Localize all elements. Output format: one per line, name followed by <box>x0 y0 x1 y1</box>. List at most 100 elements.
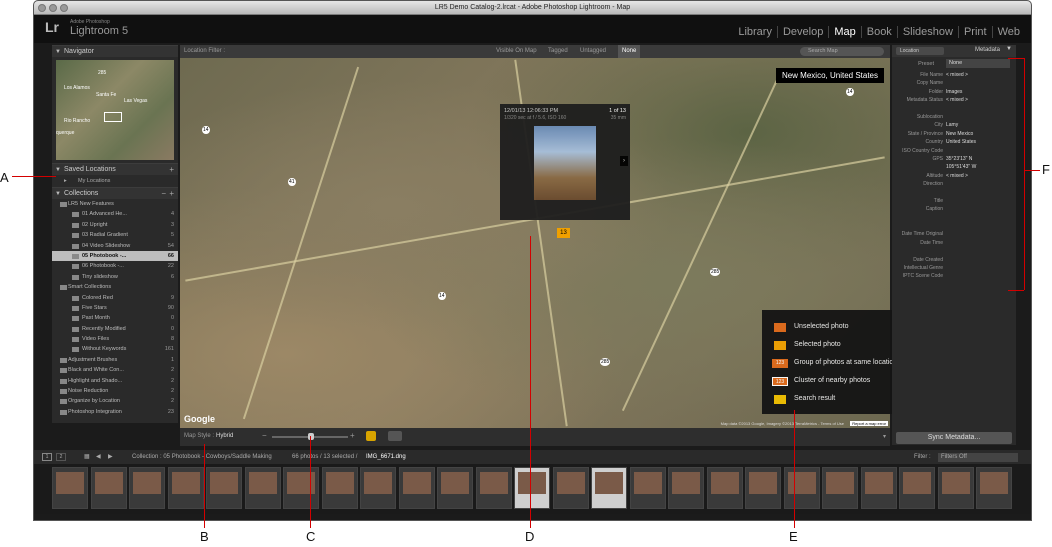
metadata-value[interactable]: United States <box>946 138 976 146</box>
map-style-select[interactable]: Hybrid <box>216 433 233 439</box>
collection-row[interactable]: Colored Red 9 <box>52 293 178 303</box>
module-web[interactable]: Web <box>991 26 1025 38</box>
metadata-value[interactable]: 35°23'13" N <box>946 155 972 163</box>
zoom-in-icon[interactable]: + <box>350 431 355 440</box>
module-develop[interactable]: Develop <box>776 26 828 38</box>
zoom-slider-thumb[interactable] <box>308 433 314 440</box>
module-print[interactable]: Print <box>957 26 992 38</box>
zoom-out-icon[interactable]: − <box>262 431 267 440</box>
collection-row[interactable]: Past Month 0 <box>52 313 178 323</box>
filmstrip-thumbnail[interactable] <box>706 467 743 509</box>
collection-row[interactable]: 02 Upright 3 <box>52 220 178 230</box>
map-photo-pin[interactable]: 13 <box>557 228 570 238</box>
metadata-value[interactable]: Lamy <box>946 121 958 129</box>
filmstrip-thumbnail[interactable] <box>552 467 589 509</box>
collection-row[interactable]: LR5 New Features <box>52 199 178 209</box>
filter-tagged[interactable]: Tagged <box>548 45 568 58</box>
metadata-value[interactable]: < mixed > <box>946 71 968 79</box>
collection-row[interactable]: Tiny slideshow 6 <box>52 272 178 282</box>
filmstrip-thumbnail[interactable] <box>899 467 935 509</box>
collections-header[interactable]: ▼ Collections − + <box>52 187 178 199</box>
collection-row[interactable]: Five Stars 90 <box>52 303 178 313</box>
module-book[interactable]: Book <box>860 26 897 38</box>
metadata-value[interactable]: 105°51'43" W <box>946 163 976 171</box>
toolbar-menu-icon[interactable]: ▾ <box>883 433 886 440</box>
filmstrip-thumbnail[interactable] <box>283 467 319 509</box>
collection-row[interactable]: 05 Photobook -... 66 <box>52 250 178 262</box>
metadata-value[interactable]: < mixed > <box>946 96 968 104</box>
saved-location-item[interactable]: ▸ My Locations <box>52 175 178 187</box>
main-screen-button[interactable]: 1 <box>42 453 52 461</box>
collection-source[interactable]: Collection : 05 Photobook - Cowboys/Sadd… <box>132 450 272 464</box>
navigator-map[interactable]: 285 Los Alamos Santa Fe Las Vegas Rio Ra… <box>56 60 174 160</box>
filmstrip-thumbnail[interactable] <box>90 467 127 509</box>
module-library[interactable]: Library <box>733 26 777 38</box>
filmstrip-thumbnail[interactable] <box>783 467 820 509</box>
metadata-value[interactable]: < mixed > <box>946 172 968 180</box>
filmstrip-thumbnail[interactable] <box>668 467 704 509</box>
navigator-viewport-box[interactable] <box>104 112 122 122</box>
report-map-error-link[interactable]: Report a map error <box>850 421 888 426</box>
module-slideshow[interactable]: Slideshow <box>896 26 958 38</box>
collection-row[interactable]: Smart Collections <box>52 282 178 292</box>
filmstrip-thumbnail[interactable] <box>321 467 358 509</box>
collection-row[interactable]: Photoshop Integration 23 <box>52 407 178 417</box>
filmstrip-thumbnail[interactable] <box>822 467 858 509</box>
collection-row[interactable]: 01 Advanced He... 4 <box>52 209 178 219</box>
navigator-header[interactable]: ▼ Navigator <box>52 45 178 57</box>
filmstrip-thumbnail[interactable] <box>629 467 666 509</box>
filmstrip-thumbnail[interactable] <box>437 467 473 509</box>
tracklog-icon[interactable] <box>388 431 402 441</box>
zoom-window-button[interactable] <box>60 4 68 12</box>
metadata-value[interactable]: New Mexico <box>946 130 973 138</box>
photo-info-popup[interactable]: 12/01/13 12:06:33 PM 1 of 13 1/320 sec a… <box>500 104 630 220</box>
metadata-value[interactable]: Images <box>946 88 962 96</box>
map-credits[interactable]: Map data ©2013 Google, Imagery ©2013 Ter… <box>721 421 844 426</box>
collection-row[interactable]: Highlight and Shado... 2 <box>52 376 178 386</box>
grid-view-icon[interactable]: ▦ <box>84 450 90 464</box>
close-window-button[interactable] <box>38 4 46 12</box>
second-screen-button[interactable]: 2 <box>56 453 66 461</box>
collection-row[interactable]: Video Files 8 <box>52 334 178 344</box>
collection-row[interactable]: 04 Video Slideshow 54 <box>52 241 178 251</box>
collection-row[interactable]: Black and White Con... 2 <box>52 365 178 375</box>
filmstrip[interactable] <box>34 464 1031 514</box>
collection-row[interactable]: Organize by Location 2 <box>52 396 178 406</box>
lock-markers-icon[interactable] <box>366 431 376 441</box>
collection-row[interactable]: Adjustment Brushes 1 <box>52 355 178 365</box>
popup-photo-thumbnail[interactable] <box>534 126 596 200</box>
filter-untagged[interactable]: Untagged <box>580 45 606 58</box>
filmstrip-thumbnail[interactable] <box>937 467 974 509</box>
filmstrip-thumbnail[interactable] <box>475 467 512 509</box>
filmstrip-thumbnail[interactable] <box>745 467 781 509</box>
filmstrip-thumbnail[interactable] <box>514 467 550 509</box>
module-map[interactable]: Map <box>828 26 860 38</box>
filmstrip-thumbnail[interactable] <box>206 467 242 509</box>
collection-row[interactable]: 03 Radial Gradient 5 <box>52 230 178 240</box>
filmstrip-thumbnail[interactable] <box>398 467 435 509</box>
metadata-set-select[interactable]: Location <box>896 47 944 55</box>
filmstrip-thumbnail[interactable] <box>129 467 165 509</box>
filmstrip-thumbnail[interactable] <box>52 467 88 509</box>
filter-select[interactable]: Filters Off <box>938 453 1018 462</box>
next-photo-arrow-icon[interactable]: › <box>620 156 628 166</box>
collection-row[interactable]: Without Keywords 161 <box>52 344 178 354</box>
collection-row[interactable]: 06 Photobook -... 22 <box>52 261 178 271</box>
filmstrip-thumbnail[interactable] <box>591 467 627 509</box>
filmstrip-thumbnail[interactable] <box>244 467 281 509</box>
panel-collapse-icon[interactable]: ▼ <box>1006 46 1012 52</box>
collection-row[interactable]: Noise Reduction 2 <box>52 386 178 396</box>
filmstrip-thumbnail[interactable] <box>976 467 1012 509</box>
filmstrip-thumbnail[interactable] <box>167 467 204 509</box>
back-arrow-icon[interactable]: ◀ <box>96 450 101 464</box>
saved-locations-header[interactable]: ▼ Saved Locations + <box>52 163 178 175</box>
minimize-window-button[interactable] <box>49 4 57 12</box>
sync-metadata-button[interactable]: Sync Metadata... <box>896 432 1012 444</box>
filter-none[interactable]: None <box>618 45 641 58</box>
collection-row[interactable]: Recently Modified 0 <box>52 324 178 334</box>
filmstrip-thumbnail[interactable] <box>860 467 897 509</box>
filter-visible-on-map[interactable]: Visible On Map <box>496 45 537 58</box>
forward-arrow-icon[interactable]: ▶ <box>108 450 113 464</box>
search-map-input[interactable]: Search Map <box>800 47 884 56</box>
preset-select[interactable]: None <box>946 59 1010 68</box>
